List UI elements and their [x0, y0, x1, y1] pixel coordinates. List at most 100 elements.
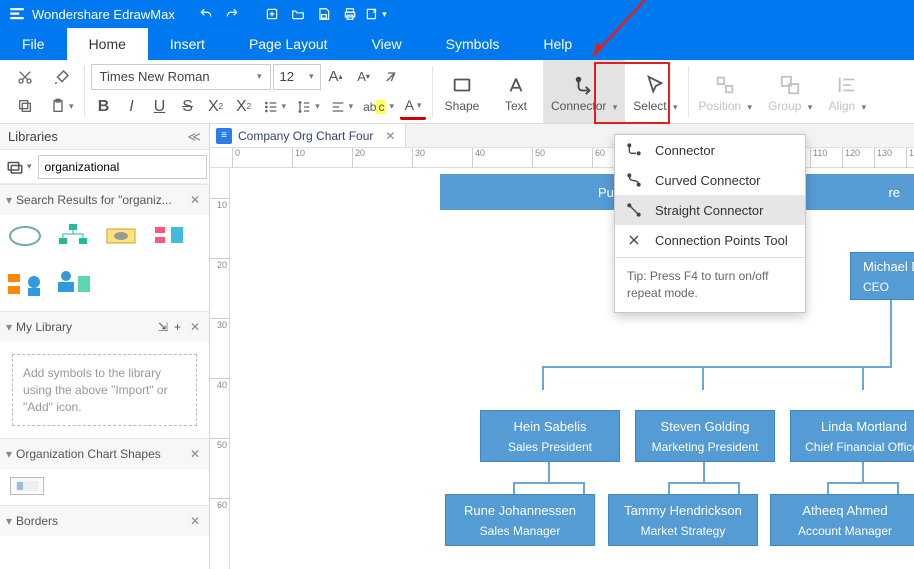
- copy-button[interactable]: [12, 94, 38, 120]
- close-icon[interactable]: ✕: [187, 193, 203, 207]
- paste-button[interactable]: ▾: [46, 94, 78, 120]
- menu-view[interactable]: View: [350, 28, 424, 60]
- text-group[interactable]: Text: [489, 60, 543, 123]
- select-group[interactable]: Select ▾: [625, 60, 685, 123]
- collapse-icon[interactable]: ≪: [187, 129, 201, 145]
- bold-button[interactable]: B: [91, 94, 117, 120]
- open-button[interactable]: [287, 3, 309, 25]
- menu-help[interactable]: Help: [521, 28, 594, 60]
- connector-group[interactable]: Connector ▾: [543, 60, 625, 123]
- chevron-down-icon: ▾: [613, 102, 618, 112]
- cut-button[interactable]: [12, 64, 38, 90]
- ribbon: ▾ Times New Roman▾ 12▾ A▴ A▾ B I U S X2 …: [0, 60, 914, 124]
- shape-thumb[interactable]: [54, 221, 92, 251]
- align-text-button[interactable]: ▾: [326, 94, 358, 120]
- position-icon: [714, 71, 736, 99]
- text-icon: [505, 71, 527, 99]
- font-shrink-button[interactable]: A▾: [351, 64, 377, 90]
- menu-file[interactable]: File: [0, 28, 67, 60]
- close-icon[interactable]: ✕: [187, 447, 203, 461]
- subscript-button[interactable]: X2: [203, 94, 229, 120]
- org-box[interactable]: Linda Mortland Chief Financial Officer: [790, 410, 914, 462]
- clear-format-button[interactable]: [379, 64, 405, 90]
- save-button[interactable]: [313, 3, 335, 25]
- font-select[interactable]: Times New Roman▾: [91, 64, 271, 90]
- menu-home[interactable]: Home: [67, 28, 148, 60]
- dropdown-tip: Tip: Press F4 to turn on/off repeat mode…: [615, 260, 805, 312]
- search-input[interactable]: [38, 155, 207, 179]
- menu-bar: File Home Insert Page Layout View Symbol…: [0, 28, 914, 60]
- shape-thumb[interactable]: [6, 268, 44, 298]
- align-icon: [836, 71, 858, 99]
- library-picker-button[interactable]: ▾: [6, 154, 32, 180]
- add-icon[interactable]: +: [174, 320, 181, 334]
- bullets-button[interactable]: ▾: [259, 94, 291, 120]
- dropdown-item-connector[interactable]: Connector: [615, 135, 805, 165]
- sidebar: Libraries ≪ ▾ ⋮ ▾Search Results for "org…: [0, 124, 210, 569]
- canvas-area: ≡ Company Org Chart Four ✕ 0 10 20 30 40…: [210, 124, 914, 569]
- org-box[interactable]: Atheeq Ahmed Account Manager: [770, 494, 914, 546]
- group-group[interactable]: Group ▾: [760, 60, 820, 123]
- font-grow-button[interactable]: A▴: [323, 64, 349, 90]
- document-tab[interactable]: ≡ Company Org Chart Four ✕: [210, 124, 406, 147]
- print-button[interactable]: [339, 3, 361, 25]
- undo-button[interactable]: [195, 3, 217, 25]
- app-logo-icon: [8, 5, 26, 23]
- my-library-header[interactable]: ▾My Library ⇲ + ✕: [0, 312, 209, 342]
- shapes-grid: [0, 215, 209, 311]
- menu-symbols[interactable]: Symbols: [424, 28, 522, 60]
- italic-button[interactable]: I: [119, 94, 145, 120]
- import-icon[interactable]: ⇲: [158, 320, 168, 334]
- close-tab-icon[interactable]: ✕: [385, 129, 395, 143]
- redo-button[interactable]: [221, 3, 243, 25]
- position-group[interactable]: Position ▾: [691, 60, 761, 123]
- highlight-button[interactable]: abc▾: [359, 94, 398, 120]
- format-painter-button[interactable]: [46, 64, 78, 90]
- select-icon: [644, 71, 666, 99]
- group-icon: [779, 71, 801, 99]
- strike-button[interactable]: S: [175, 94, 201, 120]
- connection-points-icon: [625, 232, 643, 248]
- shape-thumb[interactable]: [6, 221, 44, 251]
- shape-thumb[interactable]: [10, 477, 44, 495]
- straight-connector-icon: [625, 202, 643, 218]
- dropdown-item-straight[interactable]: Straight Connector: [615, 195, 805, 225]
- connector-icon: [625, 142, 643, 158]
- org-box[interactable]: Rune Johannessen Sales Manager: [445, 494, 595, 546]
- org-box[interactable]: Hein Sabelis Sales President: [480, 410, 620, 462]
- org-box[interactable]: Steven Golding Marketing President: [635, 410, 775, 462]
- font-size-select[interactable]: 12▾: [273, 64, 321, 90]
- close-icon[interactable]: ✕: [187, 514, 203, 528]
- menu-insert[interactable]: Insert: [148, 28, 227, 60]
- shape-group[interactable]: Shape: [435, 60, 489, 123]
- curved-connector-icon: [625, 172, 643, 188]
- line-spacing-button[interactable]: ▾: [292, 94, 324, 120]
- align-group[interactable]: Align ▾: [820, 60, 874, 123]
- dropdown-item-curved[interactable]: Curved Connector: [615, 165, 805, 195]
- search-results-header[interactable]: ▾Search Results for "organiz... ✕: [0, 185, 209, 215]
- font-color-button[interactable]: A▾: [400, 94, 426, 120]
- shape-thumb[interactable]: [54, 268, 92, 298]
- title-bar: Wondershare EdrawMax ▾: [0, 0, 914, 28]
- org-shapes-header[interactable]: ▾Organization Chart Shapes ✕: [0, 439, 209, 469]
- close-icon[interactable]: ✕: [187, 320, 203, 334]
- connector-dropdown: Connector Curved Connector Straight Conn…: [614, 134, 806, 313]
- ruler-horizontal: 0 10 20 30 40 50 60 110 120 130 140: [210, 148, 914, 168]
- connector-icon: [573, 71, 595, 99]
- dropdown-item-points[interactable]: Connection Points Tool: [615, 225, 805, 255]
- menu-page-layout[interactable]: Page Layout: [227, 28, 350, 60]
- canvas[interactable]: Purch re Michael D CEO Hein Sabelis Sale…: [230, 168, 914, 569]
- new-button[interactable]: [261, 3, 283, 25]
- shape-thumb[interactable]: [150, 221, 188, 251]
- ruler-vertical: 10 20 30 40 50 60: [210, 168, 230, 569]
- underline-button[interactable]: U: [147, 94, 173, 120]
- app-title: Wondershare EdrawMax: [32, 7, 175, 22]
- borders-header[interactable]: ▾Borders ✕: [0, 506, 209, 536]
- export-button[interactable]: ▾: [365, 3, 387, 25]
- shape-thumb[interactable]: [102, 221, 140, 251]
- doc-icon: ≡: [216, 128, 232, 144]
- org-box[interactable]: Tammy Hendrickson Market Strategy: [608, 494, 758, 546]
- sidebar-search: ▾ ⋮: [0, 150, 209, 184]
- org-box-ceo[interactable]: Michael D CEO: [850, 252, 914, 300]
- superscript-button[interactable]: X2: [231, 94, 257, 120]
